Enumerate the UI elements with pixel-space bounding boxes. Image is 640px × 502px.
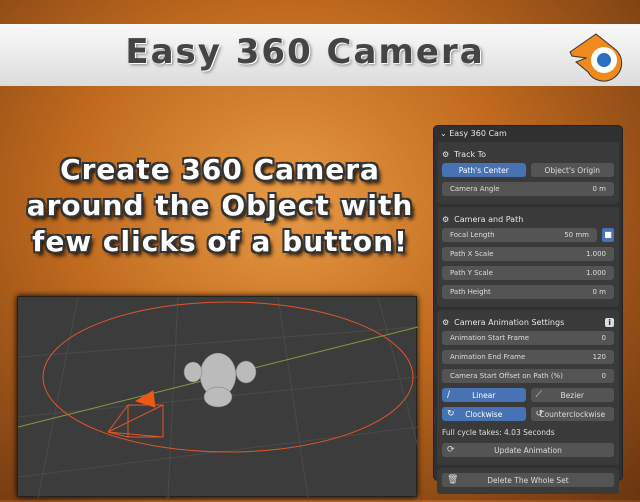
- path-x-scale-field[interactable]: Path X Scale 1.000: [442, 247, 614, 261]
- bezier-icon: ⟋: [535, 390, 542, 400]
- camera-view-icon[interactable]: ■: [602, 228, 614, 242]
- banner-title: Easy 360 Camera: [125, 32, 485, 72]
- field-label: Camera Angle: [450, 185, 500, 193]
- gears-icon: ⚙: [442, 149, 450, 159]
- field-label: Path X Scale: [450, 250, 494, 258]
- field-label: Focal Length: [450, 231, 495, 239]
- camera-and-path-section: ⚙ Camera and Path Focal Length 50 mm ■ Path…: [437, 207, 619, 307]
- field-value: 50 mm: [564, 231, 589, 239]
- path-y-scale-field[interactable]: Path Y Scale 1.000: [442, 266, 614, 280]
- focal-length-field[interactable]: Focal Length 50 mm: [442, 228, 597, 242]
- animation-start-frame-field[interactable]: Animation Start Frame 0: [442, 331, 614, 345]
- field-label: Animation End Frame: [450, 353, 526, 361]
- section-heading: Camera Animation Settings: [454, 317, 565, 327]
- gears-icon: ⚙: [442, 317, 450, 327]
- button-label: Counterclockwise: [539, 409, 606, 419]
- animation-end-frame-field[interactable]: Animation End Frame 120: [442, 350, 614, 364]
- field-value: 1.000: [585, 250, 606, 258]
- blender-logo-icon: [569, 33, 623, 82]
- path-height-field[interactable]: Path Height 0 m: [442, 285, 614, 299]
- linear-icon: ∕: [447, 390, 451, 400]
- viewport-scene: [17, 296, 419, 499]
- field-value: 1.000: [585, 269, 606, 277]
- field-label: Animation Start Frame: [450, 334, 530, 342]
- field-value: 120: [592, 353, 606, 361]
- promo-line: Create 360 Camera: [60, 153, 380, 186]
- field-label: Camera Start Offset on Path (%): [450, 372, 563, 380]
- button-label: Bezier: [560, 390, 584, 400]
- camera-start-offset-field[interactable]: Camera Start Offset on Path (%) 0: [442, 369, 614, 383]
- gears-icon: ⚙: [442, 214, 450, 224]
- panel-header[interactable]: ⌄ Easy 360 Cam: [434, 126, 622, 142]
- trash-icon: 🗑: [447, 475, 459, 485]
- field-label: Path Height: [450, 288, 491, 296]
- promo-line: around the Object with: [26, 189, 414, 222]
- refresh-icon: ⟳: [447, 445, 455, 455]
- title-banner: Easy 360 Camera: [0, 24, 640, 86]
- section-heading: Camera and Path: [454, 214, 524, 224]
- clockwise-button[interactable]: ↻ Clockwise: [442, 407, 526, 421]
- section-heading: Track To: [454, 149, 487, 159]
- linear-button[interactable]: ∕ Linear: [442, 388, 526, 402]
- cycle-duration-text: Full cycle takes: 4.03 Seconds: [442, 428, 555, 437]
- clockwise-icon: ↻: [447, 409, 455, 419]
- promo-line: few clicks of a button!: [32, 225, 408, 258]
- counterclockwise-icon: ↺: [535, 409, 544, 419]
- track-to-section: ⚙ Track To Path's Center Object's Origin C…: [437, 142, 619, 204]
- delete-whole-set-button[interactable]: 🗑 Delete The Whole Set: [442, 473, 614, 487]
- field-label: Path Y Scale: [450, 269, 493, 277]
- info-icon[interactable]: i: [605, 317, 614, 327]
- counterclockwise-button[interactable]: ↺ Counterclockwise: [530, 407, 614, 421]
- button-label: Update Animation: [494, 445, 562, 455]
- collapse-chevron-icon[interactable]: ⌄: [440, 129, 449, 138]
- delete-section: 🗑 Delete The Whole Set: [437, 468, 619, 494]
- field-value: 0: [601, 372, 606, 380]
- camera-angle-field[interactable]: Camera Angle 0 m: [442, 182, 614, 196]
- 3d-viewport[interactable]: [17, 296, 419, 499]
- field-value: 0: [601, 334, 606, 342]
- button-label: Clockwise: [465, 409, 503, 419]
- field-value: 0 m: [592, 185, 607, 193]
- button-label: Linear: [472, 390, 496, 400]
- panel-title: Easy 360 Cam: [449, 129, 507, 138]
- update-animation-button[interactable]: ⟳ Update Animation: [442, 443, 614, 457]
- animation-settings-section: ⚙ Camera Animation Settings i Animation St…: [437, 310, 619, 465]
- button-label: Delete The Whole Set: [487, 475, 569, 485]
- easy-360-cam-panel: ⌄ Easy 360 Cam ⚙ Track To Path's Center Ob…: [433, 125, 623, 494]
- objects-origin-button[interactable]: Object's Origin: [530, 163, 614, 177]
- paths-center-button[interactable]: Path's Center: [442, 163, 526, 177]
- field-value: 0 m: [592, 288, 607, 296]
- promo-text: Create 360 Camera around the Object with…: [20, 152, 420, 260]
- bezier-button[interactable]: ⟋ Bezier: [530, 388, 614, 402]
